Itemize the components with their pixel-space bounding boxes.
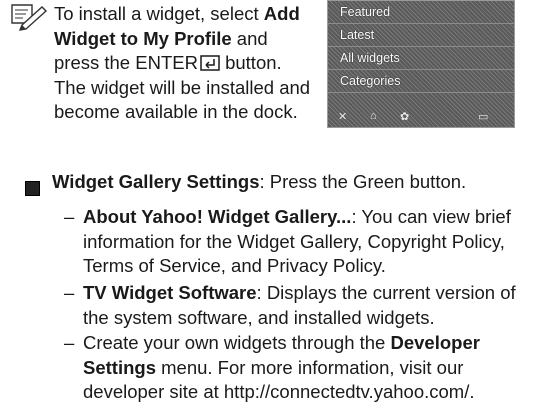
settings-heading: Widget Gallery Settings: Press the Green… xyxy=(52,170,466,195)
subitem-about-gallery: – About Yahoo! Widget Gallery...: You ca… xyxy=(64,206,511,276)
menu-item-featured[interactable]: Featured xyxy=(328,1,514,23)
subitem-developer-settings: – Create your own widgets through the De… xyxy=(64,332,480,402)
pencil-note-icon xyxy=(11,4,48,31)
note-enter-key: ENTER xyxy=(135,52,198,73)
menu-item-all-widgets[interactable]: All widgets xyxy=(328,47,514,69)
menu-item-categories[interactable]: Categories xyxy=(328,70,514,92)
home-icon[interactable]: ⌂ xyxy=(370,110,377,122)
subitem-tv-widget-software: – TV Widget Software: Displays the curre… xyxy=(64,282,516,328)
install-note: To install a widget, select Add Widget t… xyxy=(8,2,318,125)
settings-title: Widget Gallery Settings xyxy=(52,171,260,192)
menu-item-latest[interactable]: Latest xyxy=(328,24,514,46)
widget-gallery-menu-panel: Featured Latest All widgets Categories ✕… xyxy=(327,0,515,128)
close-icon[interactable]: ✕ xyxy=(338,110,347,123)
subitem-developer-pre: Create your own widgets through the xyxy=(83,332,391,353)
bullet-square-icon xyxy=(25,181,40,196)
settings-desc: : Press the Green button. xyxy=(259,171,467,192)
panel-button-bar: ✕ ⌂ ✿ ▭ xyxy=(328,105,514,127)
enter-key-icon xyxy=(200,55,220,71)
subitem-software-title: TV Widget Software xyxy=(83,282,257,303)
note-prefix: To install a widget, select xyxy=(54,3,264,24)
settings-icon[interactable]: ✿ xyxy=(400,110,409,123)
menu-icon[interactable]: ▭ xyxy=(478,110,488,123)
subitem-about-title: About Yahoo! Widget Gallery... xyxy=(83,206,352,227)
